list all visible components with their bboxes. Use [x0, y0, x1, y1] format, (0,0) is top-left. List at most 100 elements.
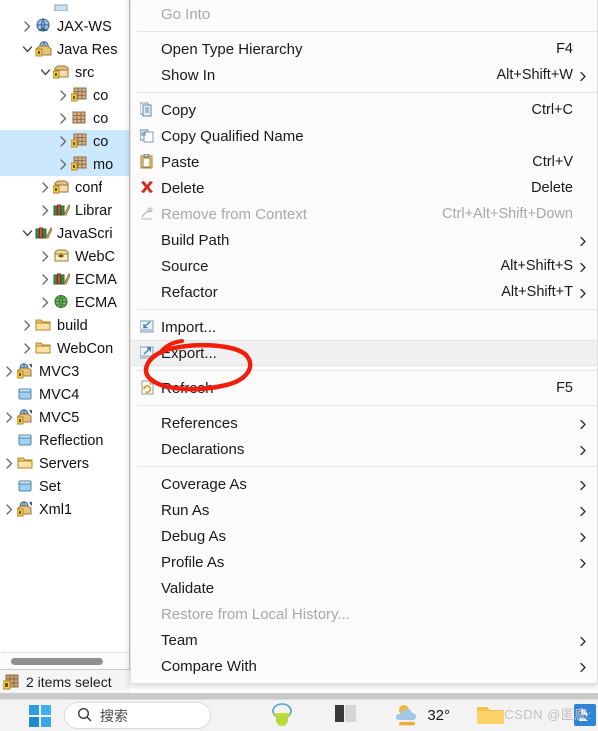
tree-row[interactable]: ECMA: [0, 291, 130, 314]
task-view-icon[interactable]: [335, 703, 357, 729]
menu-item-show-in[interactable]: Show In Alt+Shift+W: [131, 62, 597, 88]
menu-item-refactor[interactable]: Refactor Alt+Shift+T: [131, 279, 597, 305]
menu-item-profile-as[interactable]: Profile As: [131, 549, 597, 575]
menu-item-build-path[interactable]: Build Path: [131, 227, 597, 253]
menu-separator: [137, 370, 597, 371]
tree-row[interactable]: build: [0, 314, 130, 337]
chevron-right-icon[interactable]: [39, 274, 52, 285]
menu-item-declarations[interactable]: Declarations: [131, 436, 597, 462]
tree-row-label: ECMA: [75, 294, 117, 311]
file-explorer-icon[interactable]: [476, 703, 506, 729]
chevron-right-icon[interactable]: [57, 113, 70, 124]
menu-item-source[interactable]: Source Alt+Shift+S: [131, 253, 597, 279]
menu-item-label: Copy Qualified Name: [161, 127, 304, 145]
search-placeholder-text: 搜索: [100, 707, 128, 724]
menu-item-refresh[interactable]: Refresh F5: [131, 375, 597, 401]
submenu-arrow-icon: [573, 442, 587, 457]
status-bar: 2 items select: [0, 670, 130, 693]
chevron-right-icon[interactable]: [21, 343, 34, 354]
menu-item-copy-qualified-name[interactable]: Copy Qualified Name: [131, 123, 597, 149]
tree-row-label: WebCon: [57, 340, 114, 357]
menu-item-run-as[interactable]: Run As: [131, 497, 597, 523]
menu-item-delete[interactable]: Delete Delete: [131, 175, 597, 201]
menu-item-export[interactable]: Export...: [131, 340, 597, 366]
chevron-right-icon[interactable]: [3, 366, 16, 377]
submenu-arrow-icon: [573, 503, 587, 518]
menu-item-paste[interactable]: Paste Ctrl+V: [131, 149, 597, 175]
tree-row[interactable]: src: [0, 61, 130, 84]
menu-item-no-icon: [135, 66, 161, 84]
chevron-right-icon[interactable]: [3, 504, 16, 515]
tree-row[interactable]: co: [0, 84, 130, 107]
widgets-icon[interactable]: [265, 702, 293, 729]
menu-item-label: Coverage As: [161, 475, 247, 493]
chevron-right-icon[interactable]: [57, 90, 70, 101]
tree-row[interactable]: Librar: [0, 199, 130, 222]
package-lock-icon: [70, 133, 90, 150]
chevron-right-icon[interactable]: [21, 320, 34, 331]
tree-row[interactable]: Xml1: [0, 498, 130, 521]
menu-item-coverage-as[interactable]: Coverage As: [131, 471, 597, 497]
menu-separator: [137, 309, 597, 310]
tree-row[interactable]: WebCon: [0, 337, 130, 360]
chevron-right-icon[interactable]: [39, 182, 52, 193]
tree-row[interactable]: JavaScri: [0, 222, 130, 245]
chevron-right-icon[interactable]: [57, 136, 70, 147]
chevron-right-icon[interactable]: [39, 251, 52, 262]
menu-item-copy[interactable]: Copy Ctrl+C: [131, 97, 597, 123]
weather-widget[interactable]: 32°: [395, 702, 450, 730]
tree-row[interactable]: MVC3: [0, 360, 130, 383]
tree-row-label: Reflection: [39, 432, 104, 449]
menu-item-import[interactable]: Import...: [131, 314, 597, 340]
tree-row[interactable]: Java Res: [0, 38, 130, 61]
eclipse-context-menu[interactable]: Go Into Open Type Hierarchy F4 Show In Alt+S…: [130, 0, 598, 684]
menu-item-no-icon: [135, 579, 161, 597]
tree-row[interactable]: MVC5: [0, 406, 130, 429]
chevron-right-icon[interactable]: [3, 412, 16, 423]
menu-item-no-icon: [135, 527, 161, 545]
chevron-down-icon[interactable]: [21, 229, 34, 238]
folder-icon: [34, 317, 54, 334]
chevron-down-icon[interactable]: [39, 68, 52, 77]
tree-row[interactable]: conf: [0, 176, 130, 199]
chevron-down-icon[interactable]: [21, 45, 34, 54]
tree-row[interactable]: Reflection: [0, 429, 130, 452]
tree-row[interactable]: ECMA: [0, 268, 130, 291]
chevron-right-icon[interactable]: [39, 205, 52, 216]
closed-project-icon: [16, 386, 36, 403]
search-input[interactable]: 搜索: [64, 702, 212, 729]
menu-item-team[interactable]: Team: [131, 627, 597, 653]
tree-row[interactable]: mo: [0, 153, 130, 176]
source-folder-icon: [52, 179, 72, 196]
export-icon: [135, 344, 161, 362]
tree-row[interactable]: Servers: [0, 452, 130, 475]
start-icon[interactable]: [28, 704, 52, 728]
tree-row[interactable]: [0, 0, 130, 15]
scrollbar-thumb[interactable]: [11, 658, 103, 665]
menu-item-no-icon: [135, 231, 161, 249]
tree-row[interactable]: JAX-WS: [0, 15, 130, 38]
project-tree[interactable]: JAX-WS Java Res src co co co mo conf Librar JavaS…: [0, 0, 130, 521]
tree-horizontal-scrollbar[interactable]: [1, 652, 129, 670]
menu-item-no-icon: [135, 631, 161, 649]
chevron-right-icon[interactable]: [57, 159, 70, 170]
chevron-right-icon[interactable]: [21, 21, 34, 32]
menu-item-open-type-hierarchy[interactable]: Open Type Hierarchy F4: [131, 36, 597, 62]
menu-item-label: Remove from Context: [161, 205, 307, 223]
menu-item-references[interactable]: References: [131, 410, 597, 436]
tree-row[interactable]: Set: [0, 475, 130, 498]
menu-item-accelerator: Delete: [531, 180, 573, 196]
menu-item-debug-as[interactable]: Debug As: [131, 523, 597, 549]
chevron-right-icon[interactable]: [3, 458, 16, 469]
menu-item-compare-with[interactable]: Compare With: [131, 653, 597, 679]
tree-row[interactable]: MVC4: [0, 383, 130, 406]
tree-row[interactable]: co: [0, 130, 130, 153]
tree-row[interactable]: co: [0, 107, 130, 130]
chevron-right-icon[interactable]: [39, 297, 52, 308]
submenu-arrow-icon: [573, 659, 587, 674]
menu-item-validate[interactable]: Validate: [131, 575, 597, 601]
submenu-arrow-icon: [573, 529, 587, 544]
tree-row[interactable]: WebC: [0, 245, 130, 268]
package-explorer-panel[interactable]: JAX-WS Java Res src co co co mo conf Librar JavaS…: [0, 0, 130, 693]
menu-item-no-icon: [135, 475, 161, 493]
